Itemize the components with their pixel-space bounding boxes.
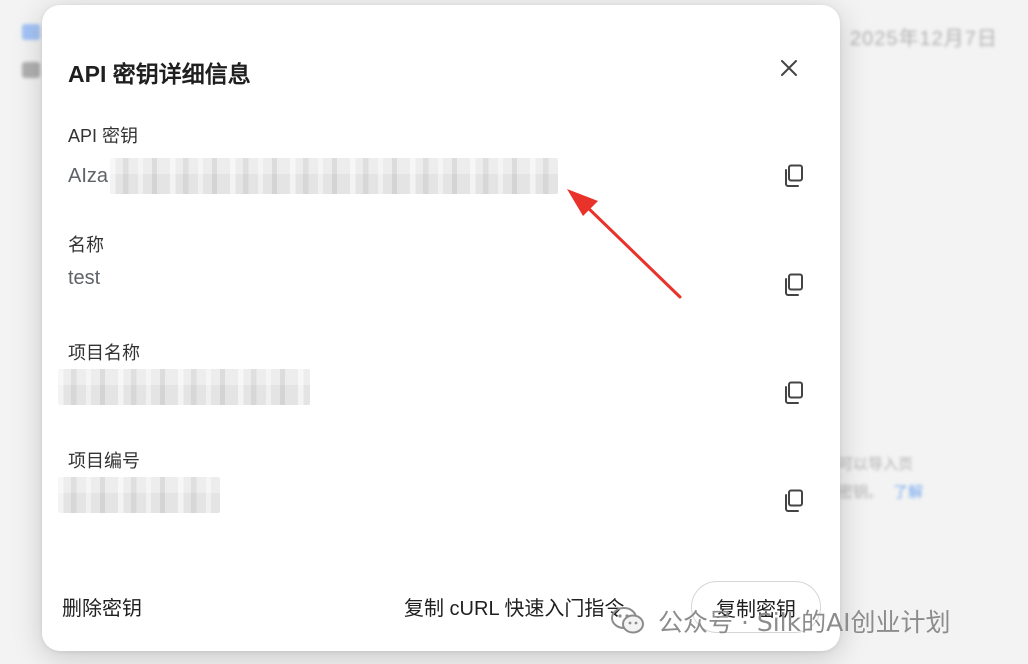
background-hint: 可以导入页 <box>838 456 914 473</box>
redacted-value <box>110 158 559 194</box>
copy-icon <box>785 164 803 187</box>
wechat-icon <box>610 606 646 636</box>
field-project-number: 项目编号 <box>58 447 808 527</box>
watermark-text: 公众号 · Silk的AI创业计划 <box>658 608 951 637</box>
field-label: 项目名称 <box>68 343 140 363</box>
copy-api-key-button[interactable] <box>774 156 814 196</box>
copy-icon <box>785 273 803 296</box>
field-label: API 密钥 <box>68 126 139 146</box>
copy-project-number-button[interactable] <box>774 481 814 521</box>
api-key-value: AIza <box>68 158 559 194</box>
field-api-key: API 密钥 AIza <box>68 122 808 202</box>
watermark: 公众号 · Silk的AI创业计划 <box>610 603 951 639</box>
background-hint-text: 密钥。 <box>838 484 884 501</box>
copy-project-name-button[interactable] <box>774 373 814 413</box>
copy-icon <box>785 381 803 404</box>
redacted-value <box>58 477 220 513</box>
project-name-value <box>58 369 310 405</box>
api-key-details-dialog: API 密钥详细信息 API 密钥 AIza 名称 test 项目名称 项目编号… <box>42 5 840 651</box>
field-label: 名称 <box>68 235 104 255</box>
close-button[interactable] <box>772 51 806 85</box>
redacted-value <box>58 369 310 405</box>
background-text <box>22 62 40 78</box>
background-learn-link: 了解 <box>893 484 924 501</box>
background-hint: 密钥。 了解 <box>838 481 923 502</box>
name-value: test <box>68 267 101 289</box>
api-key-prefix: AIza <box>68 164 109 187</box>
copy-name-button[interactable] <box>774 265 814 305</box>
project-number-value <box>58 477 220 513</box>
field-label: 项目编号 <box>68 451 140 471</box>
copy-curl-button[interactable]: 复制 cURL 快速入门指令 <box>404 592 624 621</box>
delete-key-button[interactable]: 删除密钥 <box>62 592 142 621</box>
background-date: 2025年12月7日 <box>850 28 998 50</box>
copy-icon <box>785 489 803 512</box>
field-project-name: 项目名称 <box>58 339 808 419</box>
close-icon <box>781 60 797 76</box>
dialog-title: API 密钥详细信息 <box>68 61 251 87</box>
field-name: 名称 test <box>68 231 808 311</box>
background-link <box>22 24 40 40</box>
